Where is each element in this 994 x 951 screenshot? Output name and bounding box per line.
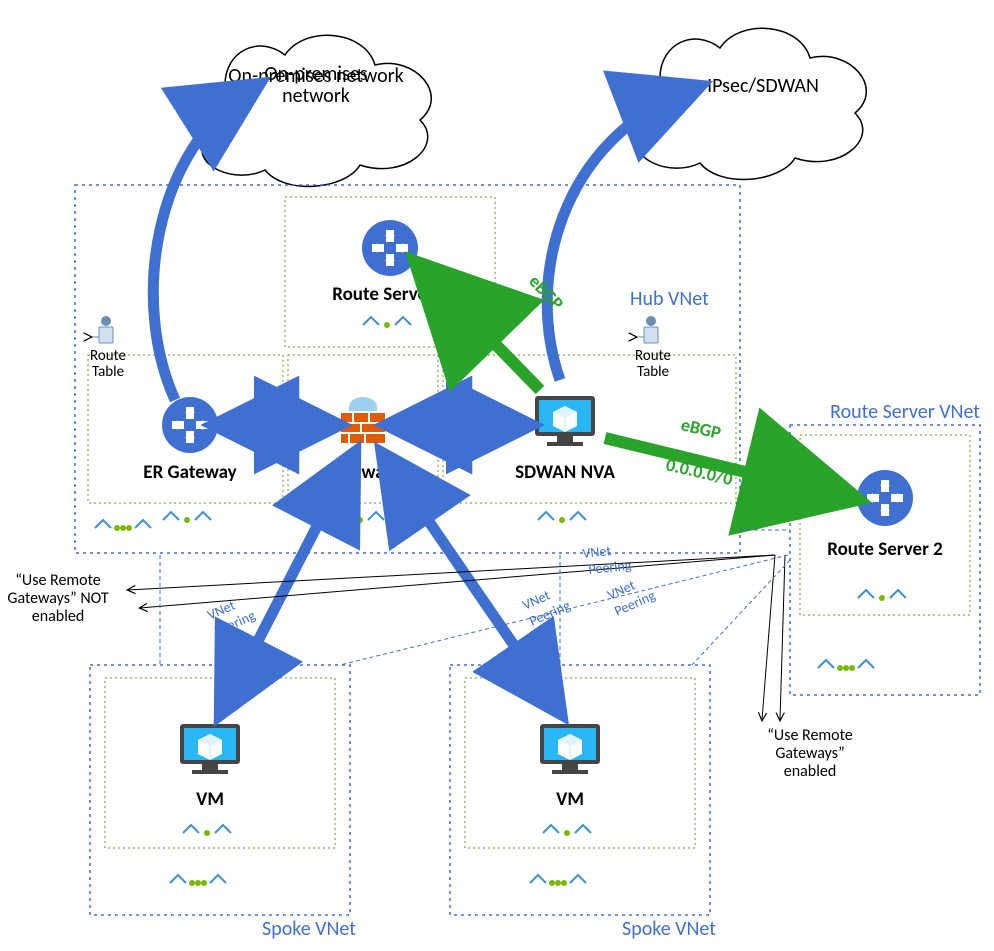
callout-left-l2: Gateways” NOT [7,589,108,608]
hub-vnet-title: Hub VNet [630,287,709,311]
cloud-onprem-label-line1: On-premises [264,62,367,86]
route-server-1-icon [362,220,418,276]
rs1-subnet-icon [363,317,411,328]
er-gateway-label: ER Gateway [143,461,236,484]
spoke-left-title: Spoke VNet [262,917,356,941]
sdwan-nva-label: SDWAN NVA [515,461,615,484]
vm-right-icon [540,724,600,774]
callout-left-l3: enabled [32,607,84,626]
arrow-callout-right-1 [762,555,775,720]
er-gateway-icon [162,397,218,453]
cloud-ipsec-label: IPsec/SDWAN [707,74,819,98]
spoke-right-vnet-icon [530,875,586,886]
vm-left-label: VM [196,788,224,811]
spoke-left-subnet-icon [183,825,231,836]
route-table-right-icon [636,316,658,343]
route-table-right-label2: Table [637,363,669,381]
sdwan-nva-icon [535,396,595,446]
callout-left-l1: “Use Remote [15,571,101,590]
route-server-2-label: Route Server 2 [827,538,943,561]
arrow-firewall-spokeright [388,462,555,705]
spoke-left-vnet-icon [170,875,226,886]
callout-right-l3: enabled [784,762,836,781]
callout-right-l1: “Use Remote [767,726,853,745]
spoke-right-title: Spoke VNet [622,917,716,941]
route-table-left-icon [91,316,113,343]
vm-right-label: VM [556,788,584,811]
arrow-callout-right-2 [780,555,785,720]
rs-vnet-title: Route Server VNet [830,400,980,424]
er-subnet-icon [163,512,211,523]
firewall-icon [341,397,385,443]
ebgp-right-label: eBGP [679,413,724,444]
rs-vnet-icon [818,660,874,671]
hub-vnet-icon [95,520,151,531]
sdwan-subnet-icon [538,512,586,523]
route-server-2-icon [857,470,913,526]
cloud-onprem-label-line2: network [282,84,350,108]
firewall-subnet-icon [336,512,384,523]
callout-right-l2: Gateways” [775,744,844,763]
vm-left-icon [180,724,240,774]
rs2-subnet-icon [858,590,906,601]
route-table-left-label2: Table [92,363,124,381]
peering-rs-spokeright [692,560,790,665]
peering-label-4b: Peering [588,557,633,578]
ebgp-top-label: eBGP [524,270,568,315]
spoke-right-subnet-icon [543,825,591,836]
diagram-canvas: On-premises network On-premises network … [0,0,994,951]
